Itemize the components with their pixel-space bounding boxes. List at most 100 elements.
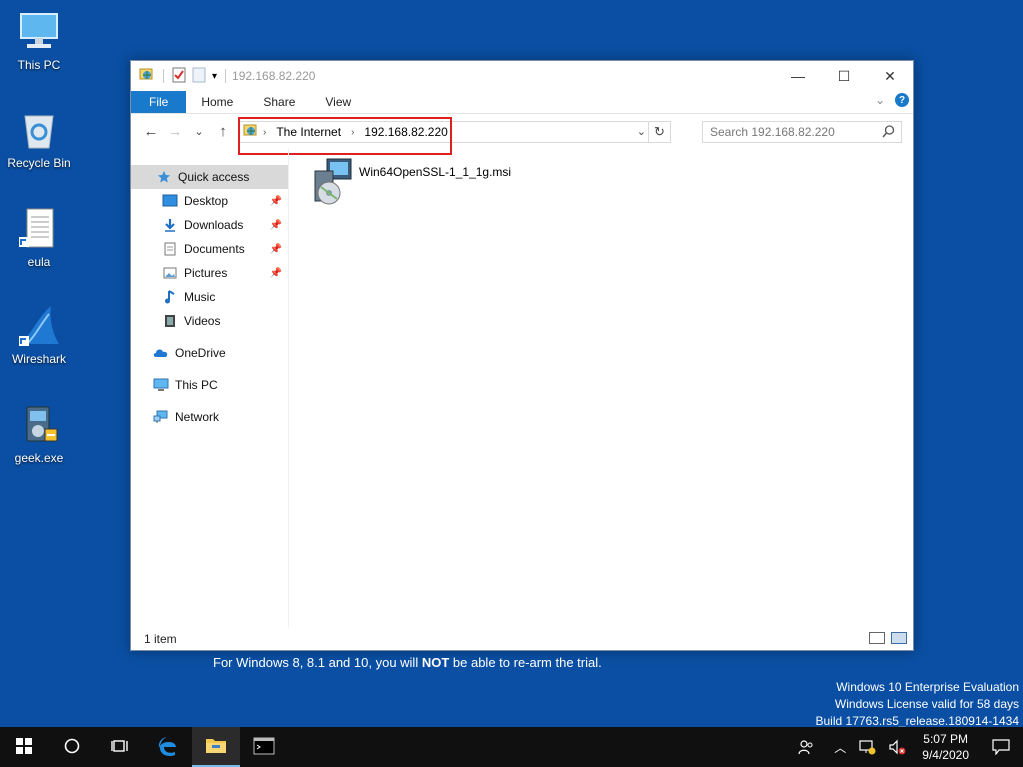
properties-icon[interactable] <box>172 67 186 86</box>
sidebar-item-videos[interactable]: Videos <box>131 309 288 333</box>
tab-share[interactable]: Share <box>248 91 310 113</box>
desktop-icon-wireshark[interactable]: Wireshark <box>1 304 77 366</box>
breadcrumb-separator-icon[interactable]: › <box>263 127 266 138</box>
file-item[interactable]: Win64OpenSSL-1_1_1g.msi <box>307 157 511 210</box>
rearm-note-after: be able to re-arm the trial. <box>449 655 602 670</box>
wireshark-icon <box>17 304 61 348</box>
navigation-pane: Quick access Desktop 📌 Downloads 📌 Docum… <box>131 149 289 628</box>
sidebar-item-label: Music <box>184 290 216 304</box>
task-view-icon <box>111 738 129 757</box>
onedrive-icon <box>153 345 169 361</box>
sidebar-item-this-pc[interactable]: This PC <box>131 373 288 397</box>
people-icon[interactable] <box>792 739 820 755</box>
pin-icon[interactable]: 📌 <box>270 196 282 207</box>
large-icons-view-icon[interactable] <box>891 632 907 644</box>
taskbar: ︿ 5:07 PM 9/4/2020 <box>0 727 1023 767</box>
clock-date: 9/4/2020 <box>922 748 969 762</box>
tab-home[interactable]: Home <box>186 91 248 113</box>
documents-icon <box>162 241 178 257</box>
ribbon-tabs: File Home Share View ⌄ ? <box>131 91 913 113</box>
forward-button[interactable]: → <box>163 123 187 140</box>
pictures-icon <box>162 265 178 281</box>
start-button[interactable] <box>0 727 48 767</box>
desktop-icon-label: eula <box>27 255 51 269</box>
customize-toolbar-chevron-icon[interactable]: ▾ <box>212 71 217 82</box>
music-icon <box>162 289 178 305</box>
desktop-icon-eula[interactable]: eula <box>1 207 77 269</box>
desktop-icon-this-pc[interactable]: This PC <box>1 10 77 72</box>
network-tray-icon[interactable] <box>852 739 882 755</box>
toolbar-divider <box>225 69 227 83</box>
sidebar-item-label: Desktop <box>184 194 229 208</box>
item-count: 1 item <box>144 632 177 646</box>
content-area: Quick access Desktop 📌 Downloads 📌 Docum… <box>131 149 913 628</box>
rearm-note: For Windows 8, 8.1 and 10, you will NOT … <box>213 655 602 670</box>
file-explorer-taskbar-button[interactable] <box>192 727 240 767</box>
back-button[interactable]: ← <box>139 123 163 140</box>
close-button[interactable]: ✕ <box>867 61 913 91</box>
edge-taskbar-button[interactable] <box>144 727 192 767</box>
edge-icon <box>157 735 179 760</box>
clock-time: 5:07 PM <box>923 732 968 746</box>
view-toggle <box>869 632 907 644</box>
text-file-icon <box>17 207 61 251</box>
sidebar-item-label: This PC <box>175 378 218 392</box>
this-pc-icon <box>17 10 61 54</box>
sidebar-item-network[interactable]: Network <box>131 405 288 429</box>
new-folder-icon[interactable] <box>192 67 206 86</box>
sidebar-item-music[interactable]: Music <box>131 285 288 309</box>
status-bar: 1 item <box>131 628 913 650</box>
file-explorer-window: ▾ 192.168.82.220 — ☐ ✕ File Home Share V… <box>130 60 914 651</box>
tab-file[interactable]: File <box>131 91 187 113</box>
desktop-icon-label: geek.exe <box>14 451 64 465</box>
address-bar[interactable]: › The Internet › 192.168.82.220 ⌄ ↻ <box>238 117 671 155</box>
action-center-icon[interactable] <box>979 739 1023 755</box>
help-icon[interactable]: ? <box>895 93 909 107</box>
address-dropdown-chevron-icon[interactable]: ⌄ <box>637 125 646 138</box>
breadcrumb-separator-icon[interactable]: › <box>351 127 354 138</box>
search-button[interactable] <box>48 727 96 767</box>
pin-icon[interactable]: 📌 <box>270 220 282 231</box>
sidebar-item-label: Documents <box>184 242 245 256</box>
minimize-button[interactable]: — <box>775 61 821 91</box>
tab-view[interactable]: View <box>310 91 366 113</box>
cmd-taskbar-button[interactable] <box>240 727 288 767</box>
sidebar-item-onedrive[interactable]: OneDrive <box>131 341 288 365</box>
desktop-icon-label: Wireshark <box>11 352 66 366</box>
sidebar-item-downloads[interactable]: Downloads 📌 <box>131 213 288 237</box>
quick-access-toolbar: ▾ <box>139 67 228 86</box>
recent-locations-button[interactable]: ⌄ <box>187 125 211 138</box>
breadcrumb-the-internet[interactable]: The Internet <box>276 125 341 139</box>
clock[interactable]: 5:07 PM 9/4/2020 <box>912 731 979 763</box>
pin-icon[interactable]: 📌 <box>270 268 282 279</box>
sidebar-item-quick-access[interactable]: Quick access <box>131 165 288 189</box>
sidebar-item-desktop[interactable]: Desktop 📌 <box>131 189 288 213</box>
show-hidden-icons-chevron-icon[interactable]: ︿ <box>820 739 852 756</box>
breadcrumb: › The Internet › 192.168.82.220 <box>259 122 448 142</box>
system-tray: ︿ 5:07 PM 9/4/2020 <box>792 727 1023 767</box>
details-view-icon[interactable] <box>869 632 885 644</box>
sidebar-item-label: Network <box>175 410 220 424</box>
desktop-icon-geek[interactable]: geek.exe <box>1 403 77 465</box>
sidebar-item-label: Quick access <box>178 170 250 184</box>
refresh-button[interactable]: ↻ <box>648 122 670 142</box>
volume-muted-icon[interactable] <box>882 739 912 755</box>
breadcrumb-ip-address[interactable]: 192.168.82.220 <box>364 125 447 139</box>
msi-installer-icon <box>307 157 355 210</box>
maximize-button[interactable]: ☐ <box>821 61 867 91</box>
expand-ribbon-chevron-icon[interactable]: ⌄ <box>875 93 885 107</box>
task-view-button[interactable] <box>96 727 144 767</box>
up-button[interactable]: ↑ <box>211 123 235 140</box>
pin-icon[interactable]: 📌 <box>270 244 282 255</box>
license-watermark: Windows 10 Enterprise Evaluation Windows… <box>816 679 1020 730</box>
command-prompt-icon <box>253 737 275 758</box>
ribbon-right-controls: ⌄ ? <box>875 93 909 107</box>
title-bar: ▾ 192.168.82.220 — ☐ ✕ <box>131 61 913 91</box>
sidebar-item-documents[interactable]: Documents 📌 <box>131 237 288 261</box>
window-title: 192.168.82.220 <box>232 69 316 83</box>
desktop-icon-recycle-bin[interactable]: Recycle Bin <box>1 108 77 170</box>
network-location-icon <box>139 67 155 86</box>
sidebar-item-label: Downloads <box>184 218 244 232</box>
search-input[interactable]: Search 192.168.82.220 <box>702 121 902 143</box>
sidebar-item-pictures[interactable]: Pictures 📌 <box>131 261 288 285</box>
